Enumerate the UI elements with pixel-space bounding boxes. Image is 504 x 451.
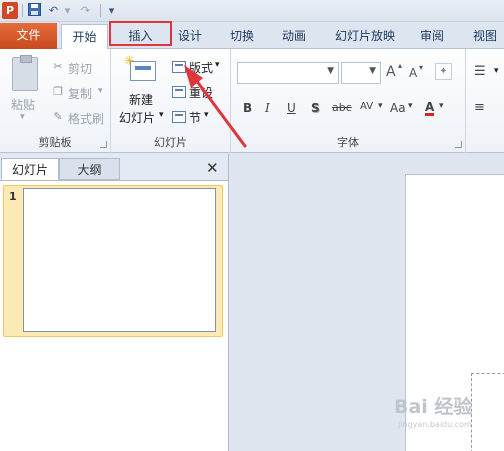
tab-slides[interactable]: 幻灯片 [1,158,59,180]
watermark-url: jingyan.baidu.com [398,420,472,429]
slide-thumbnail[interactable] [23,188,216,332]
watermark-logo: Bai 经验 [394,396,473,418]
close-icon[interactable]: ✕ [206,159,219,177]
tab-outline[interactable]: 大纲 [59,158,120,180]
watermark: Bai 经验 jingyan.baidu.com [394,392,504,432]
slide-number: 1 [9,190,17,203]
